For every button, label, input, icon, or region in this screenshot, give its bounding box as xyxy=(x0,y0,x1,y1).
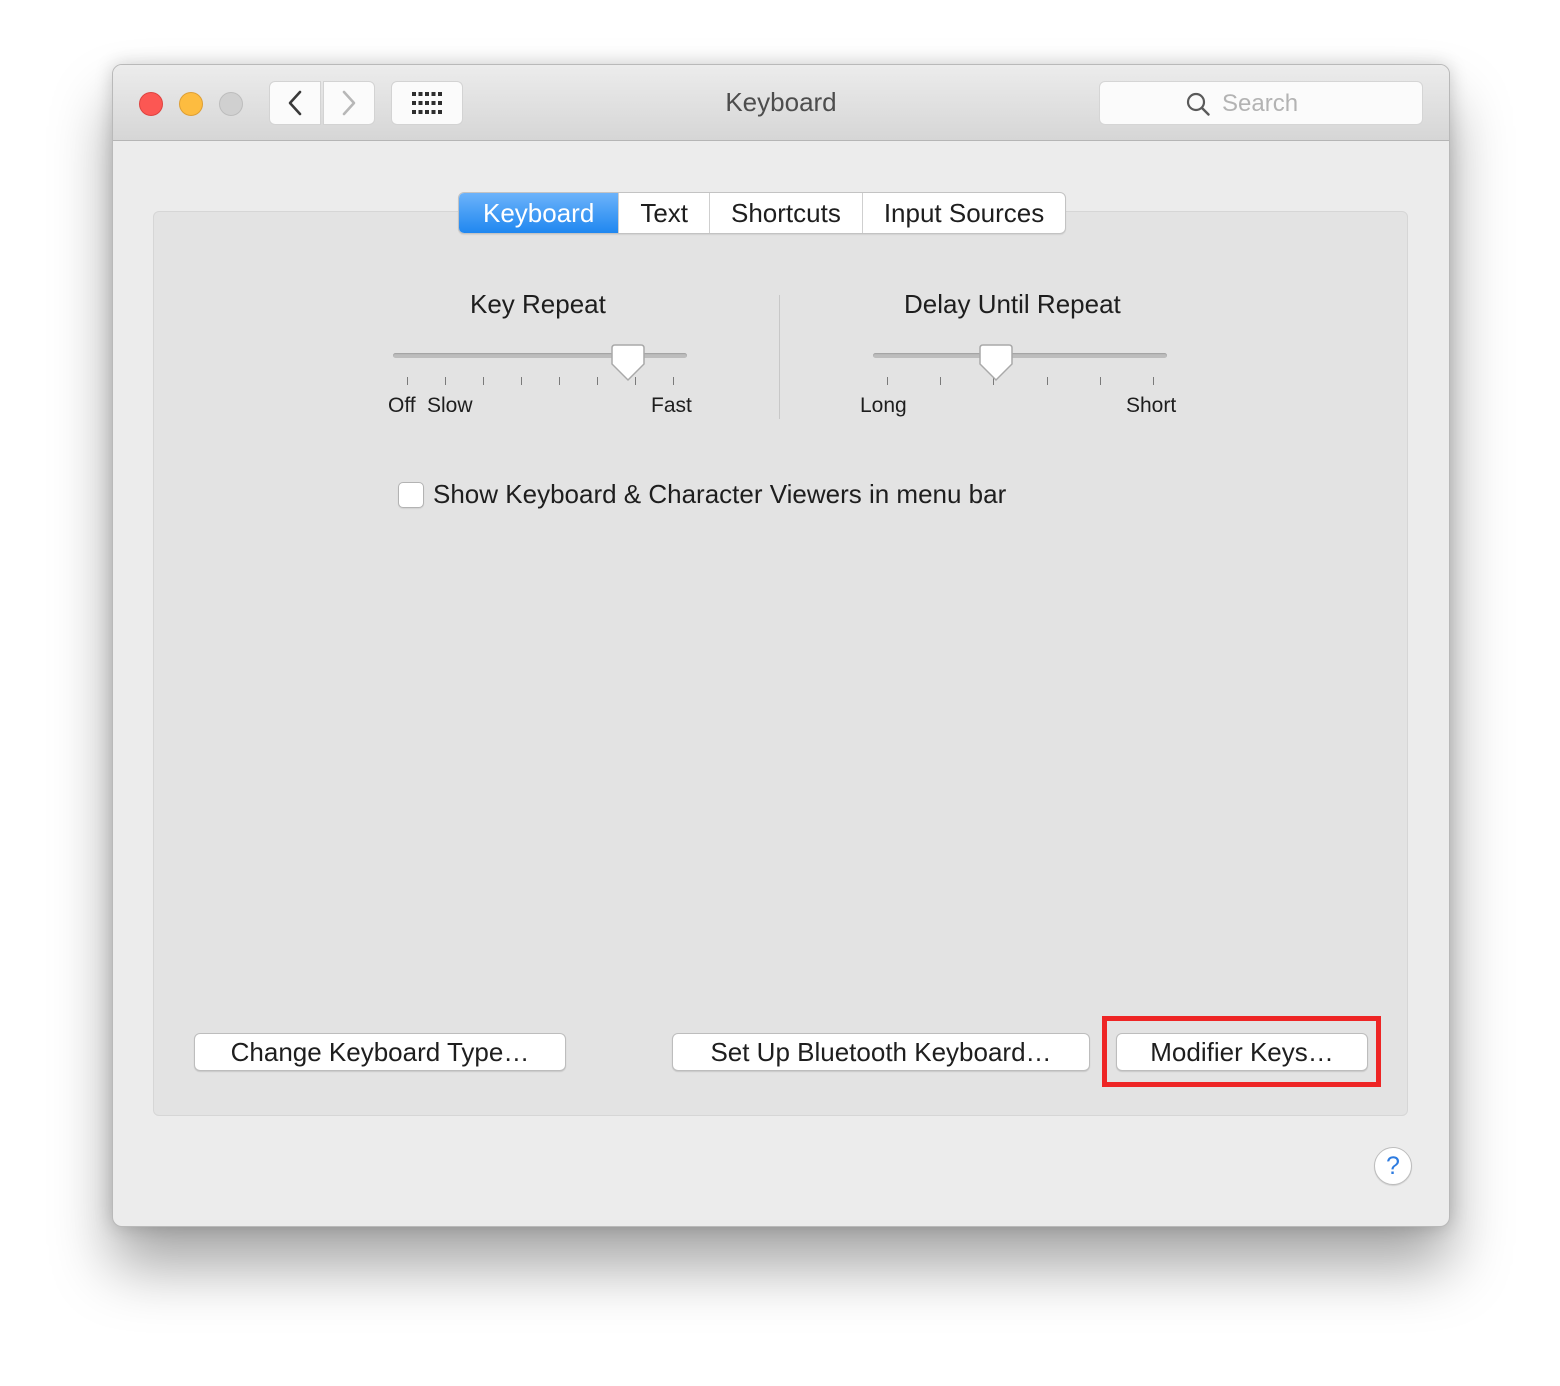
delay-until-repeat-slider-knob[interactable] xyxy=(979,344,1013,382)
preferences-window: Keyboard Search Keyboard Text Shortcuts … xyxy=(112,64,1450,1227)
tab-input-sources[interactable]: Input Sources xyxy=(861,193,1065,233)
tab-keyboard[interactable]: Keyboard xyxy=(459,193,619,233)
tab-text[interactable]: Text xyxy=(618,193,709,233)
magnifier-icon xyxy=(1186,92,1210,116)
show-viewers-checkbox[interactable] xyxy=(398,482,424,508)
search-placeholder: Search xyxy=(1222,90,1299,117)
key-repeat-slider-knob[interactable] xyxy=(611,344,645,382)
content-panel xyxy=(153,211,1408,1116)
slider-tick xyxy=(445,377,446,385)
slider-tick xyxy=(521,377,522,385)
key-repeat-off-label: Off xyxy=(388,394,416,417)
modifier-keys-highlight-box xyxy=(1102,1016,1381,1087)
tab-shortcuts[interactable]: Shortcuts xyxy=(709,193,862,233)
slider-tick xyxy=(1100,377,1101,385)
slider-tick xyxy=(940,377,941,385)
delay-short-label: Short xyxy=(1126,394,1177,417)
search-field[interactable]: Search xyxy=(1099,81,1423,125)
slider-tick xyxy=(559,377,560,385)
show-viewers-label[interactable]: Show Keyboard & Character Viewers in men… xyxy=(433,479,1006,510)
slider-tick xyxy=(407,377,408,385)
delay-until-repeat-title: Delay Until Repeat xyxy=(904,289,1121,319)
key-repeat-slow-label: Slow xyxy=(427,394,473,417)
key-repeat-fast-label: Fast xyxy=(651,394,692,417)
delay-until-repeat-track[interactable] xyxy=(873,353,1167,358)
set-up-bluetooth-keyboard-button[interactable]: Set Up Bluetooth Keyboard… xyxy=(672,1033,1090,1071)
slider-tick xyxy=(673,377,674,385)
slider-tick xyxy=(483,377,484,385)
slider-tick xyxy=(1153,377,1154,385)
slider-tick xyxy=(887,377,888,385)
slider-tick xyxy=(1047,377,1048,385)
help-button[interactable]: ? xyxy=(1374,1147,1412,1185)
delay-long-label: Long xyxy=(860,394,907,417)
key-repeat-title: Key Repeat xyxy=(470,289,606,319)
change-keyboard-type-button[interactable]: Change Keyboard Type… xyxy=(194,1033,566,1071)
section-divider xyxy=(779,295,780,419)
title-bar: Keyboard Search xyxy=(113,65,1449,141)
tab-bar: Keyboard Text Shortcuts Input Sources xyxy=(458,192,1067,234)
slider-tick xyxy=(597,377,598,385)
